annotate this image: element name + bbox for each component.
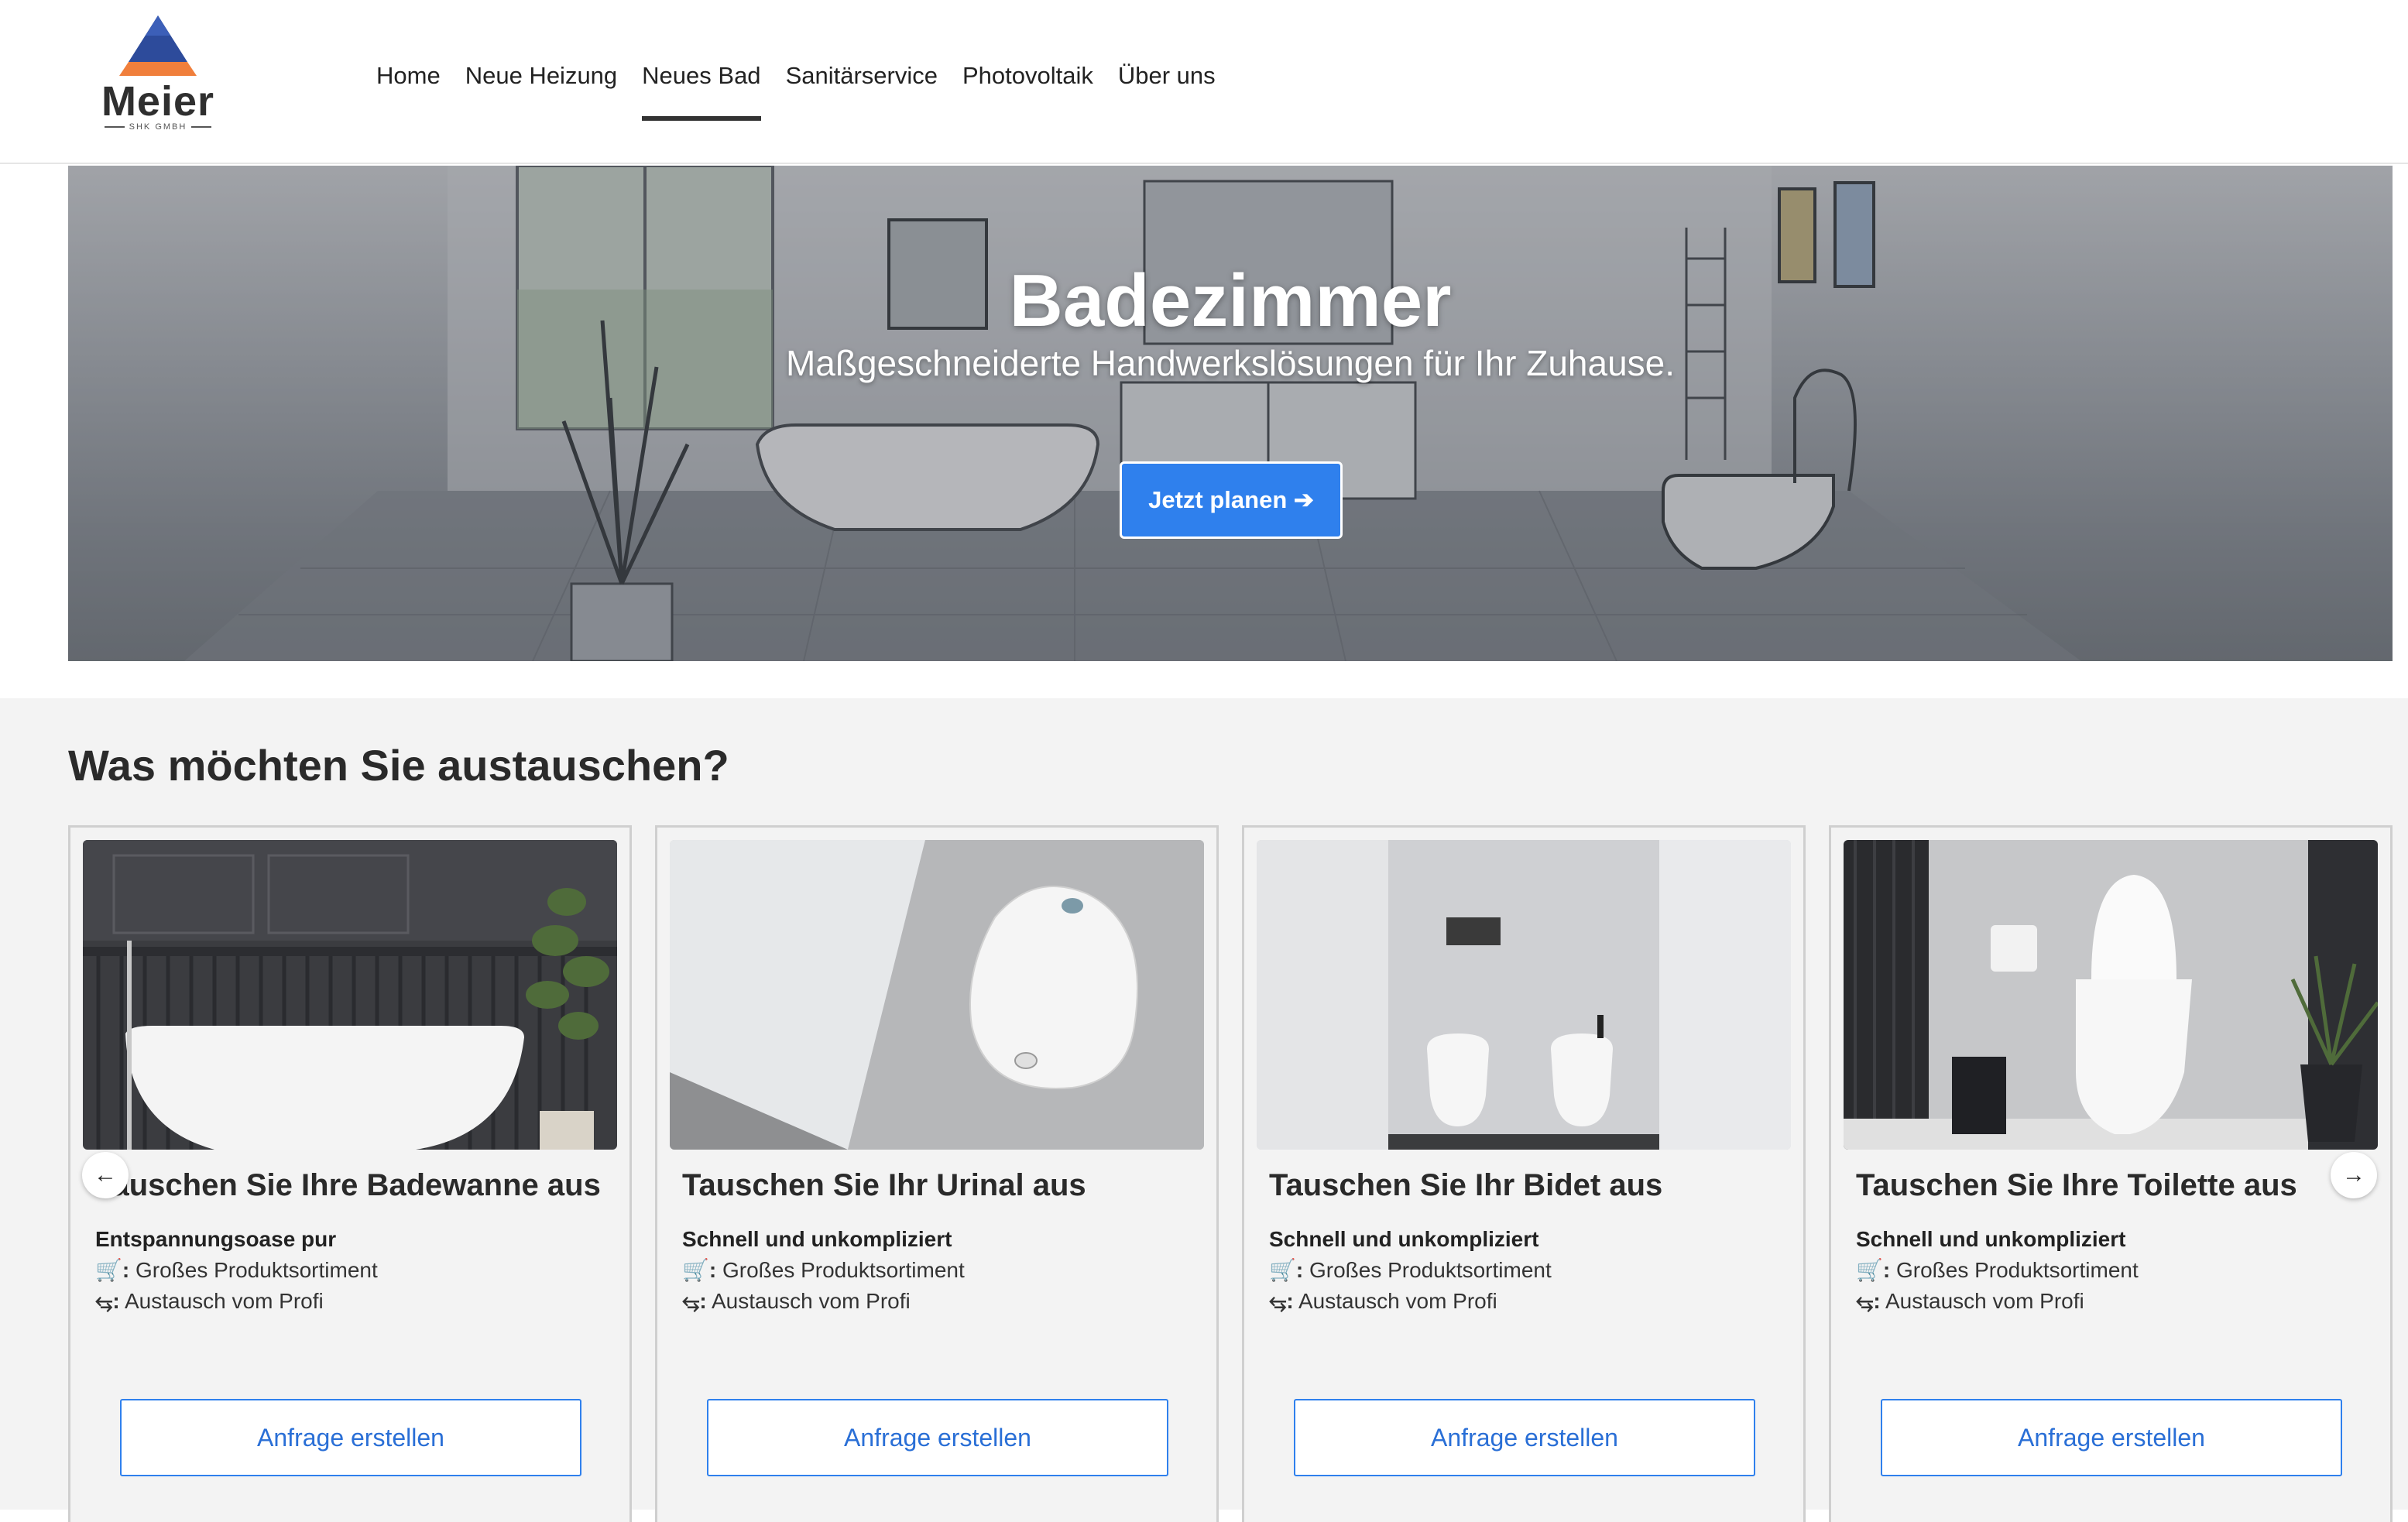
card-features: Schnell und unkompliziert 🛒: Großes Prod…	[1269, 1224, 1552, 1317]
card-toilette: Tauschen Sie Ihre Toilette aus Schnell u…	[1829, 825, 2393, 1522]
feature-assortment: Großes Produktsortiment	[722, 1258, 965, 1282]
feature-assortment: Großes Produktsortiment	[1895, 1258, 2139, 1282]
toilet-image	[1844, 840, 2378, 1150]
swap-icon: ⥃:	[1856, 1289, 1881, 1313]
bathtub-image	[83, 840, 617, 1150]
carousel-next-button[interactable]: →	[2331, 1152, 2377, 1198]
arrow-right-icon: →	[2342, 1162, 2365, 1188]
card-tagline: Schnell und unkompliziert	[682, 1227, 952, 1251]
card-title: Tauschen Sie Ihre Badewanne aus	[95, 1168, 601, 1202]
feature-assortment: Großes Produktsortiment	[135, 1258, 378, 1282]
cart-icon: 🛒:	[1269, 1258, 1304, 1282]
card-title: Tauschen Sie Ihr Bidet aus	[1269, 1168, 1663, 1202]
cart-icon: 🛒:	[95, 1258, 130, 1282]
card-features: Schnell und unkompliziert 🛒: Großes Prod…	[682, 1224, 965, 1317]
cart-icon: 🛒:	[682, 1258, 717, 1282]
card-tagline: Schnell und unkompliziert	[1856, 1227, 2126, 1251]
carousel-prev-button[interactable]: ←	[82, 1152, 129, 1198]
nav-neues-bad[interactable]: Neues Bad	[629, 0, 773, 121]
card-urinal: Tauschen Sie Ihr Urinal aus Schnell und …	[655, 825, 1219, 1522]
company-logo[interactable]: Meier SHK GMBH	[96, 14, 220, 132]
request-button[interactable]: Anfrage erstellen	[707, 1399, 1168, 1476]
request-button[interactable]: Anfrage erstellen	[1881, 1399, 2342, 1476]
nav-sanitaerservice[interactable]: Sanitärservice	[774, 0, 950, 121]
hero-title: Badezimmer	[1009, 259, 1452, 342]
cart-icon: 🛒:	[1856, 1258, 1891, 1282]
site-header: Meier SHK GMBH Home Neue Heizung Neues B…	[0, 0, 2408, 164]
main-nav: Home Neue Heizung Neues Bad Sanitärservi…	[364, 0, 1228, 124]
card-features: Schnell und unkompliziert 🛒: Großes Prod…	[1856, 1224, 2139, 1317]
swap-icon: ⥃:	[1269, 1289, 1294, 1313]
request-button[interactable]: Anfrage erstellen	[120, 1399, 581, 1476]
card-features: Entspannungsoase pur 🛒: Großes Produktso…	[95, 1224, 378, 1317]
logo-subline: SHK GMBH	[96, 122, 220, 132]
swap-icon: ⥃:	[95, 1289, 120, 1313]
card-bidet: Tauschen Sie Ihr Bidet aus Schnell und u…	[1242, 825, 1806, 1522]
nav-photovoltaik[interactable]: Photovoltaik	[950, 0, 1106, 121]
card-tagline: Entspannungsoase pur	[95, 1227, 337, 1251]
card-title: Tauschen Sie Ihre Toilette aus	[1856, 1168, 2297, 1202]
bathroom-sketch-image	[68, 166, 2393, 661]
bidet-image	[1257, 840, 1791, 1150]
hero-subtitle: Maßgeschneiderte Handwerkslösungen für I…	[785, 343, 1676, 383]
feature-assortment: Großes Produktsortiment	[1309, 1258, 1552, 1282]
card-title: Tauschen Sie Ihr Urinal aus	[682, 1168, 1086, 1202]
card-badewanne: Tauschen Sie Ihre Badewanne aus Entspann…	[68, 825, 632, 1522]
nav-ueber-uns[interactable]: Über uns	[1106, 0, 1228, 121]
feature-exchange: Austausch vom Profi	[711, 1289, 911, 1313]
replace-section: Was möchten Sie austauschen? Tauschen Si…	[0, 698, 2408, 1522]
feature-exchange: Austausch vom Profi	[1885, 1289, 2084, 1313]
feature-exchange: Austausch vom Profi	[124, 1289, 324, 1313]
nav-neue-heizung[interactable]: Neue Heizung	[453, 0, 629, 121]
swap-icon: ⥃:	[682, 1289, 707, 1313]
plan-now-button[interactable]: Jetzt planen ➔	[1120, 461, 1343, 539]
nav-home[interactable]: Home	[364, 0, 453, 121]
logo-wordmark: Meier	[101, 78, 215, 125]
feature-exchange: Austausch vom Profi	[1298, 1289, 1497, 1313]
arrow-left-icon: ←	[94, 1162, 117, 1188]
hero-banner: Badezimmer Maßgeschneiderte Handwerkslös…	[68, 166, 2393, 661]
request-button[interactable]: Anfrage erstellen	[1294, 1399, 1755, 1476]
card-tagline: Schnell und unkompliziert	[1269, 1227, 1539, 1251]
urinal-image	[670, 840, 1204, 1150]
logo-triangle-icon	[119, 15, 197, 76]
section-title: Was möchten Sie austauschen?	[68, 741, 729, 790]
